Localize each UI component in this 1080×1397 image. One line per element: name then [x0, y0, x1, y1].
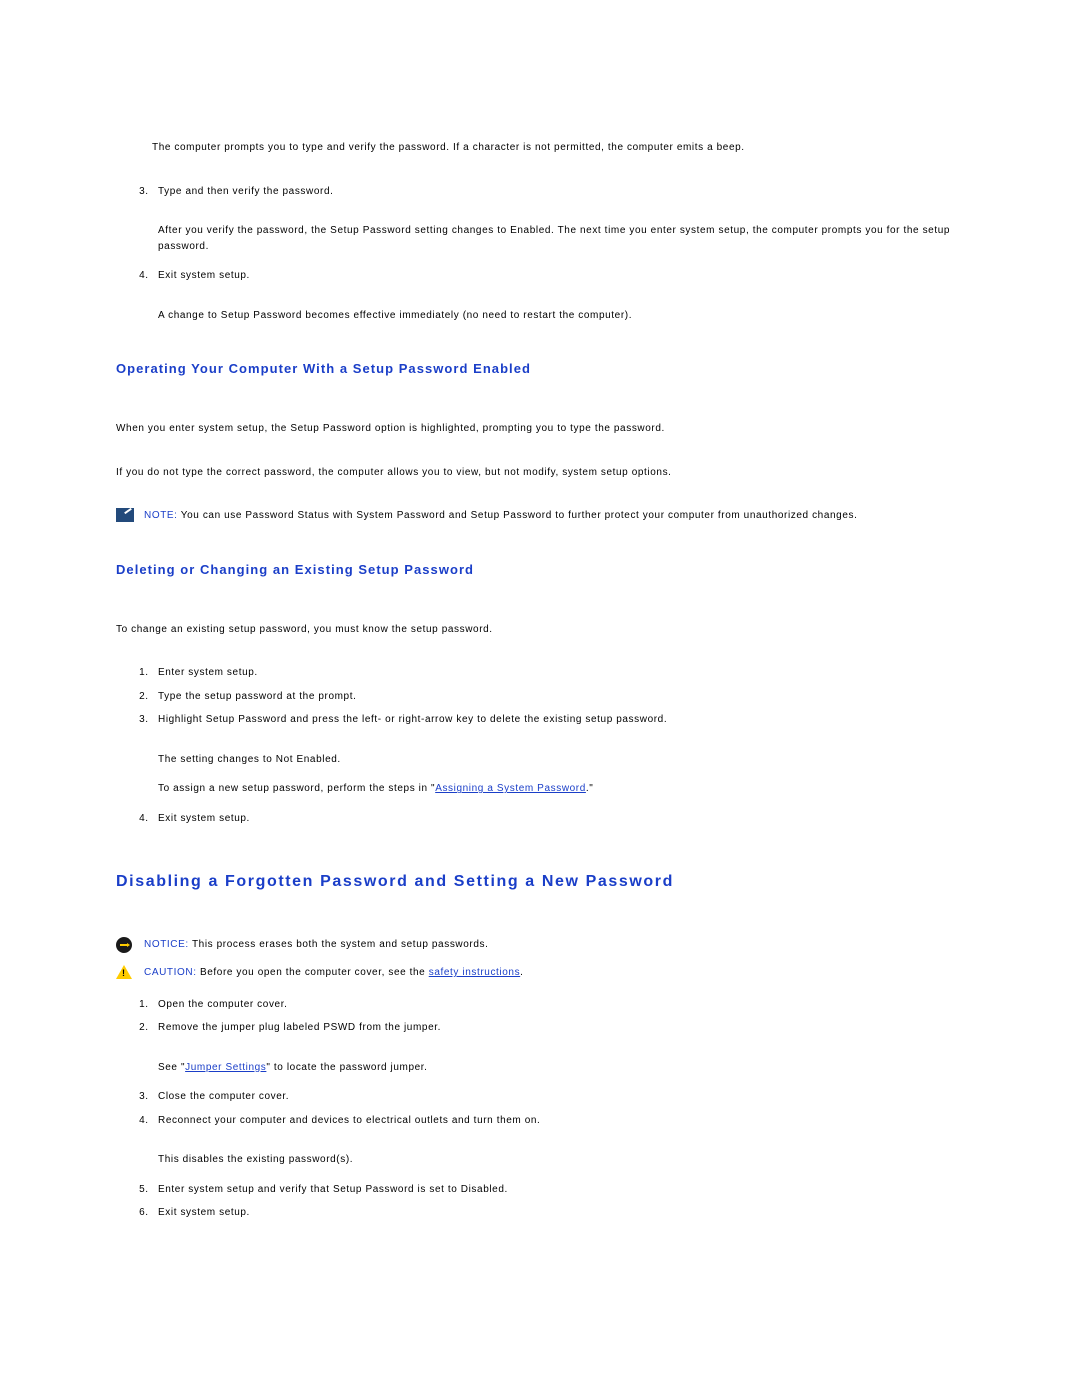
dis-step-2-after: See "Jumper Settings" to locate the pass… — [158, 1060, 964, 1076]
step-3: Type and then verify the password. After… — [152, 184, 964, 255]
del-step-3-after-a: The setting changes to Not Enabled. — [158, 752, 964, 768]
dis-step-2: Remove the jumper plug labeled PSWD from… — [152, 1020, 964, 1075]
dis-step-6: Exit system setup. — [152, 1205, 964, 1221]
note-icon — [116, 508, 134, 522]
note-text: You can use Password Status with System … — [178, 510, 858, 521]
dis-step-4: Reconnect your computer and devices to e… — [152, 1113, 964, 1168]
setup-list-cont: Type and then verify the password. After… — [116, 184, 964, 324]
sec2-p1: To change an existing setup password, yo… — [116, 622, 964, 638]
dis-step-4-text: Reconnect your computer and devices to e… — [158, 1115, 540, 1126]
caution-icon-cell — [116, 965, 144, 979]
dis-step-5: Enter system setup and verify that Setup… — [152, 1182, 964, 1198]
step-4: Exit system setup. A change to Setup Pas… — [152, 268, 964, 323]
caution-pre: Before you open the computer cover, see … — [197, 967, 429, 978]
sec1-p1: When you enter system setup, the Setup P… — [116, 421, 964, 437]
sec1-p2: If you do not type the correct password,… — [116, 465, 964, 481]
del-step-3-text: Highlight Setup Password and press the l… — [158, 714, 667, 725]
note-row: NOTE: You can use Password Status with S… — [116, 508, 964, 524]
dis-step-1: Open the computer cover. — [152, 997, 964, 1013]
link-assign-system-password[interactable]: Assigning a System Password — [435, 783, 586, 794]
del-step-4: Exit system setup. — [152, 811, 964, 827]
caution-body: CAUTION: Before you open the computer co… — [144, 965, 964, 981]
dis-step-4-after: This disables the existing password(s). — [158, 1152, 964, 1168]
step-4-text: Exit system setup. — [158, 270, 250, 281]
notice-label: NOTICE: — [144, 939, 189, 950]
notice-arrow-icon — [116, 937, 132, 953]
after2-post: " to locate the password jumper. — [266, 1062, 427, 1073]
dis-step-3: Close the computer cover. — [152, 1089, 964, 1105]
step-4-after: A change to Setup Password becomes effec… — [158, 308, 964, 324]
caution-label: CAUTION: — [144, 967, 197, 978]
after3b-pre: To assign a new setup password, perform … — [158, 783, 435, 794]
dis-step-2-text: Remove the jumper plug labeled PSWD from… — [158, 1022, 441, 1033]
del-step-3: Highlight Setup Password and press the l… — [152, 712, 964, 797]
delete-list: Enter system setup. Type the setup passw… — [116, 665, 964, 826]
notice-body: NOTICE: This process erases both the sys… — [144, 937, 964, 953]
note-icon-cell — [116, 508, 144, 522]
heading-operating: Operating Your Computer With a Setup Pas… — [116, 359, 964, 379]
note-label: NOTE: — [144, 510, 178, 521]
del-step-2: Type the setup password at the prompt. — [152, 689, 964, 705]
del-step-1: Enter system setup. — [152, 665, 964, 681]
notice-text: This process erases both the system and … — [189, 939, 489, 950]
after2-pre: See " — [158, 1062, 185, 1073]
link-jumper-settings[interactable]: Jumper Settings — [185, 1062, 266, 1073]
notice-row: NOTICE: This process erases both the sys… — [116, 937, 964, 953]
heading-disabling: Disabling a Forgotten Password and Setti… — [116, 870, 964, 895]
caution-row: CAUTION: Before you open the computer co… — [116, 965, 964, 981]
after3b-post: ." — [586, 783, 594, 794]
caution-triangle-icon — [116, 965, 132, 979]
notice-icon-cell — [116, 937, 144, 953]
disable-list: Open the computer cover. Remove the jump… — [116, 997, 964, 1221]
caution-post: . — [520, 967, 523, 978]
step-3-text: Type and then verify the password. — [158, 186, 334, 197]
link-safety-instructions[interactable]: safety instructions — [429, 967, 520, 978]
heading-deleting: Deleting or Changing an Existing Setup P… — [116, 560, 964, 580]
note-body: NOTE: You can use Password Status with S… — [144, 508, 964, 524]
step-3-after: After you verify the password, the Setup… — [158, 223, 964, 254]
intro-p1: The computer prompts you to type and ver… — [152, 140, 964, 156]
del-step-3-after-b: To assign a new setup password, perform … — [158, 781, 964, 797]
